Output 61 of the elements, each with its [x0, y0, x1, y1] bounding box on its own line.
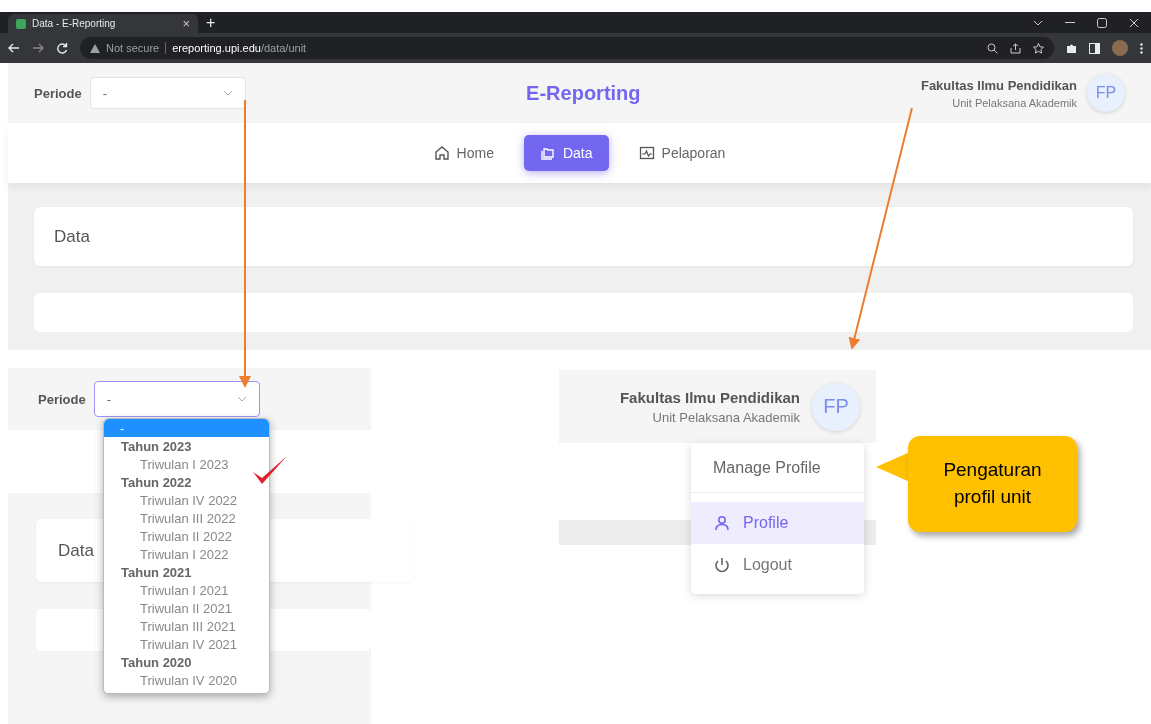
- period-option[interactable]: Triwulan I 2021: [104, 581, 269, 599]
- period-option[interactable]: Triwulan IV 2022: [104, 491, 269, 509]
- page-title-card: Data: [34, 207, 1133, 266]
- reload-icon[interactable]: [56, 42, 68, 54]
- tab-close-button[interactable]: ×: [182, 16, 190, 31]
- address-bar[interactable]: Not secure ereporting.upi.edu/data/unit: [80, 37, 1054, 59]
- back-arrow-icon[interactable]: [8, 43, 20, 53]
- user-icon: [713, 514, 731, 532]
- page-favicon-icon: [16, 18, 26, 29]
- period-label: Periode: [38, 391, 86, 407]
- new-tab-button[interactable]: +: [206, 13, 216, 32]
- year-group-label: Tahun 2020: [120, 653, 193, 671]
- period-option[interactable]: Triwulan IV 2020: [104, 671, 269, 689]
- chevron-down-icon: [222, 90, 233, 96]
- chevron-down-icon: [236, 396, 247, 402]
- period-option[interactable]: Triwulan III 2021: [104, 617, 269, 635]
- warning-icon: [90, 43, 100, 53]
- year-group-label: Tahun 2022: [120, 473, 193, 491]
- tab-search-icon[interactable]: [1033, 19, 1043, 26]
- period-option[interactable]: Triwulan II 2021: [104, 599, 269, 617]
- user-name: Fakultas Ilmu Pendidikan: [920, 77, 1077, 93]
- chart-icon: [638, 145, 655, 161]
- period-option[interactable]: Triwulan II 2022: [104, 527, 269, 545]
- period-option[interactable]: Triwulan IV 2021: [104, 635, 269, 653]
- forward-arrow-icon[interactable]: [32, 43, 44, 53]
- share-icon[interactable]: [1010, 42, 1021, 54]
- period-option[interactable]: -: [104, 419, 269, 437]
- home-icon: [433, 145, 450, 161]
- close-icon[interactable]: [1129, 17, 1139, 28]
- user-role: Unit Pelaksana Akademik: [951, 96, 1077, 109]
- folder-icon: [539, 145, 556, 161]
- star-icon[interactable]: [1033, 42, 1044, 54]
- power-icon: [713, 556, 731, 574]
- period-option[interactable]: Triwulan I 2022: [104, 545, 269, 563]
- user-name: Fakultas Ilmu Pendidikan: [619, 388, 800, 406]
- security-label: Not secure: [106, 42, 160, 54]
- profile-avatar-icon[interactable]: [1112, 40, 1128, 56]
- year-group-label: Tahun 2021: [120, 563, 193, 581]
- minimize-icon[interactable]: [1065, 21, 1075, 24]
- nav-tab[interactable]: Pelaporan: [622, 135, 742, 171]
- menu-item[interactable]: Logout: [691, 544, 864, 586]
- sidebar-icon[interactable]: [1089, 42, 1100, 54]
- nav-tab[interactable]: Home: [417, 135, 510, 171]
- menu-header: Manage Profile: [691, 443, 864, 493]
- menu-icon[interactable]: [1140, 42, 1143, 54]
- app-title: E-Reporting: [525, 81, 642, 105]
- zoom-icon[interactable]: [987, 42, 998, 54]
- period-option[interactable]: Triwulan I 2023: [104, 455, 269, 473]
- period-label: Periode: [34, 85, 82, 101]
- browser-tab[interactable]: Data - E-Reporting ×: [8, 14, 198, 33]
- url-text: ereporting.upi.edu/data/unit: [172, 42, 307, 54]
- maximize-icon[interactable]: [1097, 17, 1107, 28]
- nav-tab[interactable]: Data: [523, 135, 609, 171]
- user-avatar[interactable]: FP: [812, 382, 860, 431]
- user-role: Unit Pelaksana Akademik: [651, 409, 800, 425]
- period-select[interactable]: -: [93, 381, 260, 417]
- user-avatar[interactable]: FP: [1087, 74, 1125, 112]
- menu-item[interactable]: Profile: [691, 502, 864, 544]
- year-group-label: Tahun 2023: [120, 437, 193, 455]
- callout-bubble: Pengaturan profil unit: [908, 436, 1077, 532]
- period-select[interactable]: -: [89, 77, 246, 109]
